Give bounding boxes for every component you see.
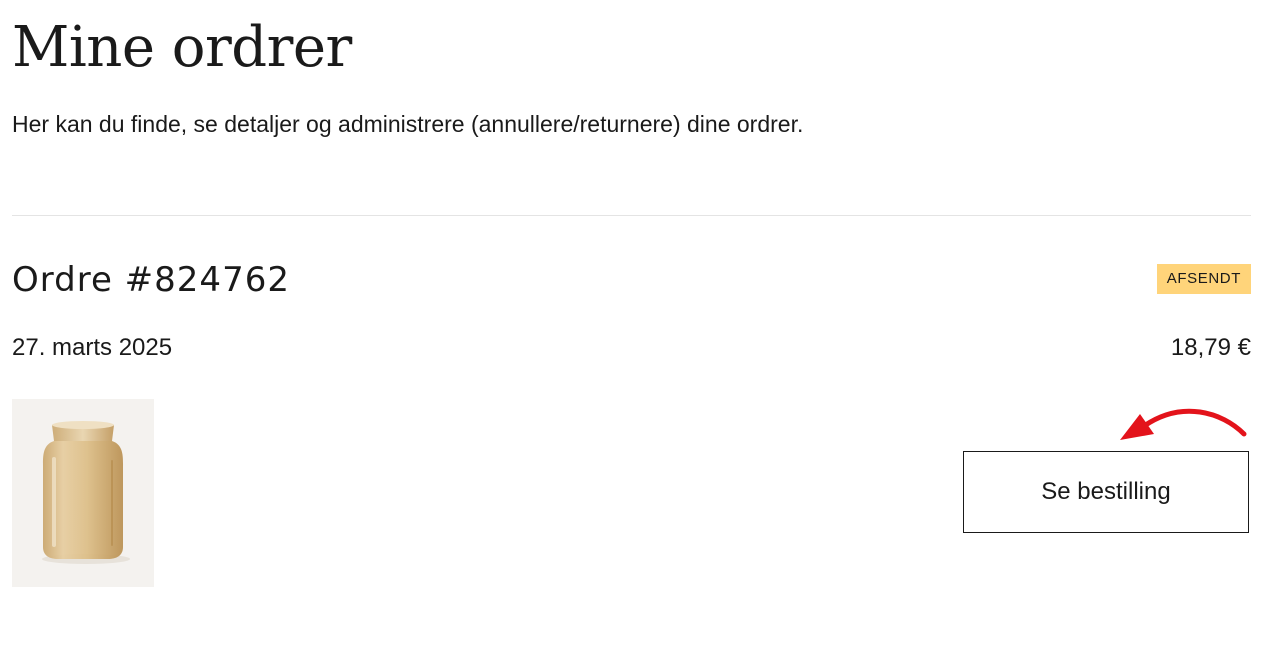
status-badge: AFSENDT (1156, 264, 1251, 294)
order-total: 18,79 € (1170, 334, 1251, 361)
page-description: Her kan du finde, se detaljer og adminis… (12, 111, 804, 137)
order-number: Ordre #824762 (12, 260, 290, 300)
divider (12, 215, 1251, 216)
order-date: 27. marts 2025 (12, 334, 173, 361)
product-image[interactable] (12, 399, 154, 587)
red-arrow-icon (1120, 408, 1247, 440)
page-title: Mine ordrer (12, 15, 352, 80)
view-order-button[interactable]: Se bestilling (963, 451, 1249, 533)
vase-icon (42, 421, 130, 564)
